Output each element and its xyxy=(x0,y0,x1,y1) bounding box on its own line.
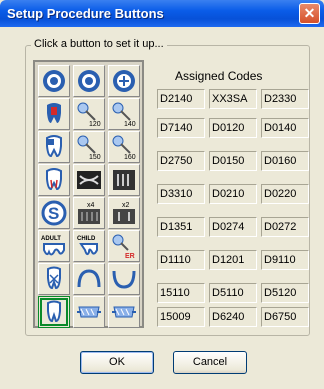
code-cell: D1351 xyxy=(157,217,205,237)
procedure-button-r7c2[interactable] xyxy=(73,263,105,295)
probe-er-icon: ER xyxy=(112,234,135,260)
procedure-button-r5c2[interactable]: x4 xyxy=(73,197,105,229)
code-cell: 15009 xyxy=(157,307,205,327)
procedure-button-r8c2[interactable] xyxy=(73,296,105,328)
svg-text:S: S xyxy=(48,204,59,223)
procedure-button-r6c3[interactable]: ER xyxy=(108,230,140,262)
procedure-button-r6c1[interactable]: ADULT xyxy=(38,230,70,262)
implant-icon xyxy=(77,306,101,318)
procedure-button-r3c3[interactable]: 160 xyxy=(108,131,140,163)
procedure-button-r4c1[interactable] xyxy=(38,164,70,196)
code-cell: D5110 xyxy=(209,283,257,303)
window-title: Setup Procedure Buttons xyxy=(7,6,164,21)
code-cell: D0272 xyxy=(261,217,309,237)
svg-text:120: 120 xyxy=(89,121,101,128)
svg-text:160: 160 xyxy=(124,154,136,161)
xray-panoramic-icon xyxy=(77,171,101,189)
implant-icon xyxy=(112,306,136,318)
procedure-button-r3c2[interactable]: 150 xyxy=(73,131,105,163)
tooth-green-icon xyxy=(40,298,68,326)
svg-text:CHILD: CHILD xyxy=(77,236,96,242)
procedure-button-r4c2[interactable] xyxy=(73,164,105,196)
procedure-button-r1c3[interactable] xyxy=(108,65,140,97)
code-cell: D0160 xyxy=(261,151,309,171)
code-cell: D0140 xyxy=(261,118,309,138)
tooth-root-icon xyxy=(46,168,62,191)
assigned-codes-heading: Assigned Codes xyxy=(175,69,263,83)
svg-text:150: 150 xyxy=(89,154,101,161)
code-cell: D1110 xyxy=(157,250,205,270)
code-cell: XX3SA xyxy=(209,89,257,109)
arch-upper-icon xyxy=(77,269,101,288)
cancel-button[interactable]: Cancel xyxy=(173,351,247,374)
procedure-button-r5c3[interactable]: x2 xyxy=(108,197,140,229)
lifebuoy-icon xyxy=(113,70,135,92)
child-prophy-icon: CHILD xyxy=(77,236,98,256)
svg-text:140: 140 xyxy=(124,121,136,128)
probe-140-icon: 140 xyxy=(112,102,136,128)
code-cell: D3310 xyxy=(157,184,205,204)
procedure-button-grid: 120 140 150 160 S x4 x2 ADULT CHILD ER xyxy=(33,60,144,328)
svg-text:x2: x2 xyxy=(122,202,130,209)
svg-text:ADULT: ADULT xyxy=(41,236,61,242)
xray-x2-icon: x2 xyxy=(113,202,135,224)
xray-x4-icon: x4 xyxy=(78,202,100,224)
procedure-button-r3c1[interactable] xyxy=(38,131,70,163)
procedure-button-r6c2[interactable]: CHILD xyxy=(73,230,105,262)
procedure-button-r2c1[interactable] xyxy=(38,98,70,130)
code-cell: D5120 xyxy=(261,283,309,303)
svg-text:ER: ER xyxy=(125,253,135,260)
lifebuoy-icon xyxy=(43,70,65,92)
sealant-s-icon: S xyxy=(41,200,67,226)
xray-film-icon xyxy=(113,170,135,190)
tooth-outline-icon xyxy=(46,135,62,158)
probe-150-icon: 150 xyxy=(77,135,101,161)
procedure-button-r2c2[interactable]: 120 xyxy=(73,98,105,130)
lifebuoy-icon xyxy=(78,70,100,92)
code-cell: D0220 xyxy=(261,184,309,204)
procedure-button-r5c1[interactable]: S xyxy=(38,197,70,229)
dialog-window: Setup Procedure Buttons ✕ Click a button… xyxy=(0,0,324,389)
svg-text:x4: x4 xyxy=(87,202,95,209)
code-cell: D2140 xyxy=(157,89,205,109)
procedure-button-r8c1[interactable] xyxy=(38,296,70,328)
groupbox-label: Click a button to set it up... xyxy=(31,38,167,50)
procedure-button-r7c1[interactable] xyxy=(38,263,70,295)
code-cell: D9110 xyxy=(261,250,309,270)
adult-prophy-icon: ADULT xyxy=(41,236,65,256)
code-cell: D0210 xyxy=(209,184,257,204)
procedure-button-r2c3[interactable]: 140 xyxy=(108,98,140,130)
extraction-icon xyxy=(47,266,61,290)
code-cell: 15110 xyxy=(157,283,205,303)
ok-button[interactable]: OK xyxy=(80,351,154,374)
code-cell: D2750 xyxy=(157,151,205,171)
title-bar[interactable]: Setup Procedure Buttons ✕ xyxy=(0,0,324,27)
code-cell: D0120 xyxy=(209,118,257,138)
code-cell: D1201 xyxy=(209,250,257,270)
code-cell: D6750 xyxy=(261,307,309,327)
procedure-button-r4c3[interactable] xyxy=(108,164,140,196)
probe-160-icon: 160 xyxy=(112,135,136,161)
code-cell: D2330 xyxy=(261,89,309,109)
code-cell: D6240 xyxy=(209,307,257,327)
code-cell: D0150 xyxy=(209,151,257,171)
procedure-button-r7c3[interactable] xyxy=(108,263,140,295)
code-cell: D7140 xyxy=(157,118,205,138)
probe-120-icon: 120 xyxy=(77,102,101,128)
procedure-button-r1c1[interactable] xyxy=(38,65,70,97)
arch-lower-icon xyxy=(112,270,136,289)
tooth-red-icon xyxy=(47,103,61,123)
procedure-button-r8c3[interactable] xyxy=(108,296,140,328)
procedure-button-r1c2[interactable] xyxy=(73,65,105,97)
code-cell: D0274 xyxy=(209,217,257,237)
close-button[interactable]: ✕ xyxy=(299,3,320,24)
